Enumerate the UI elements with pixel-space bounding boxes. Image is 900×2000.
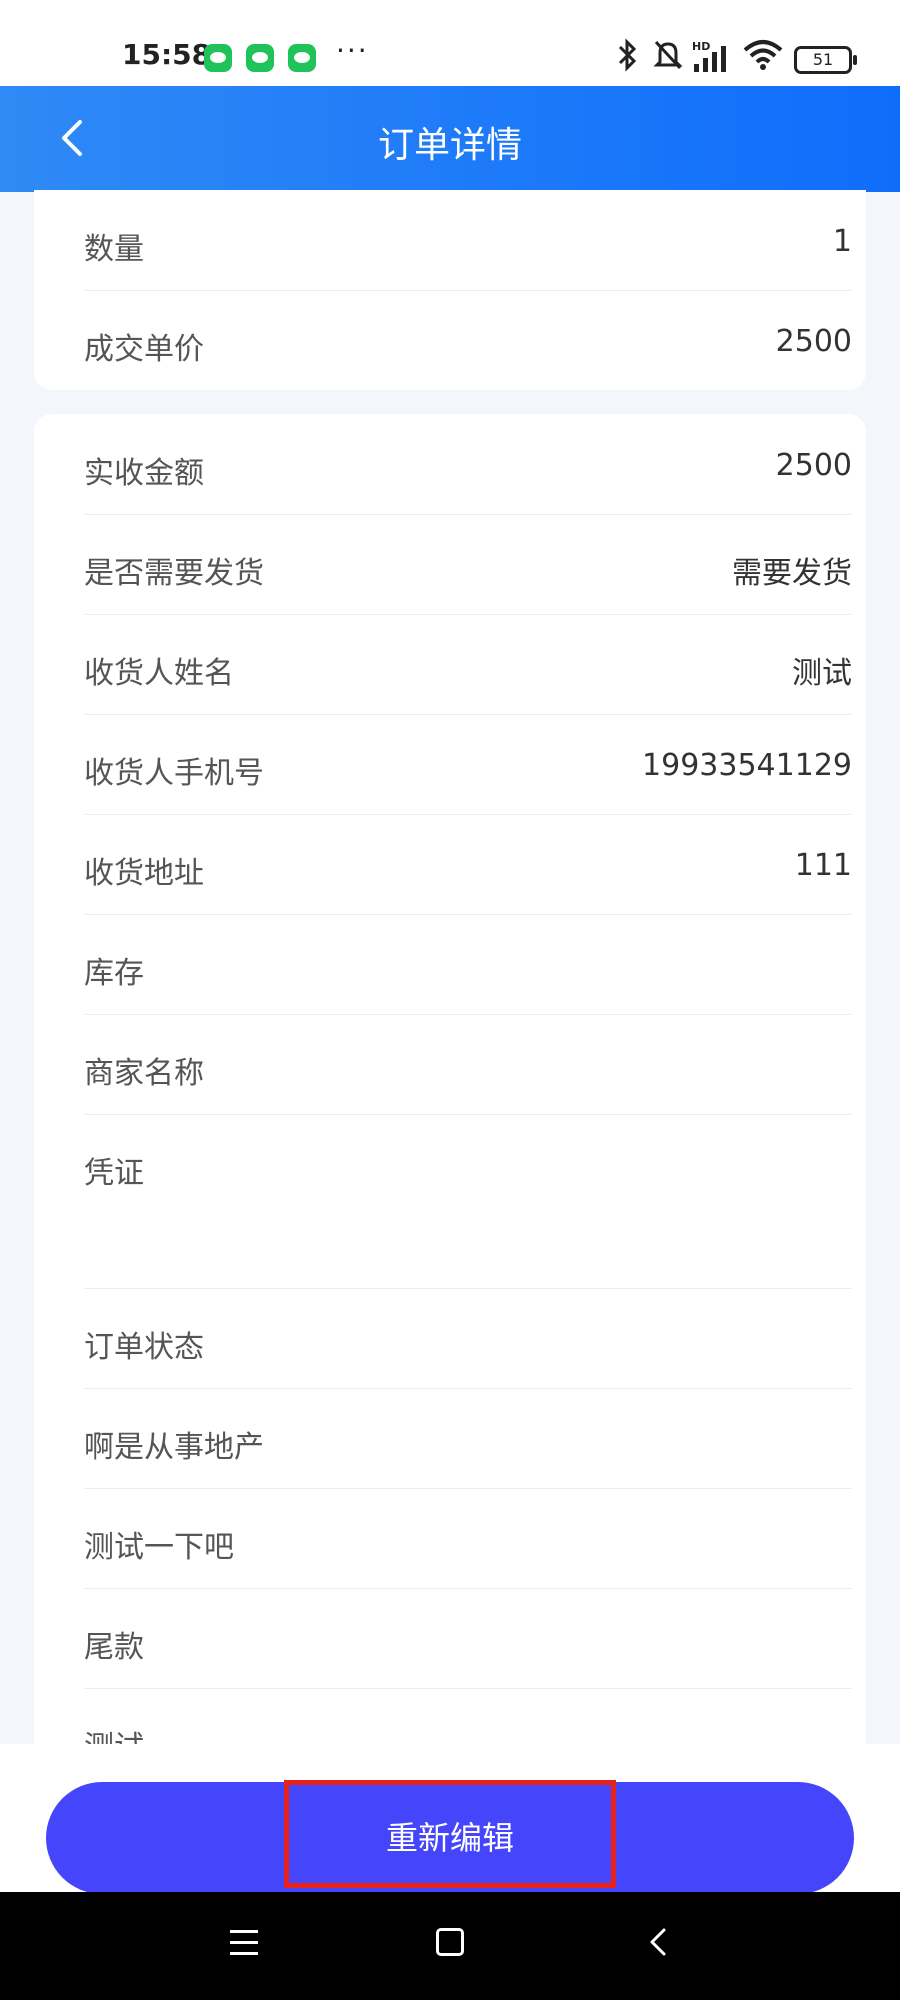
detail-row-need-shipping: 是否需要发货 需要发货 bbox=[84, 514, 852, 615]
row-label: 啊是从事地产 bbox=[84, 1430, 264, 1465]
row-label: 实收金额 bbox=[84, 456, 204, 491]
row-label: 成交单价 bbox=[84, 332, 204, 367]
page-title: 订单详情 bbox=[377, 125, 522, 166]
row-value: 需要发货 bbox=[732, 556, 852, 591]
wechat-icon bbox=[246, 44, 274, 72]
row-label: 尾款 bbox=[84, 1630, 144, 1665]
wechat-icon bbox=[204, 44, 232, 72]
detail-row-stock: 库存 bbox=[84, 914, 852, 1015]
row-label: 是否需要发货 bbox=[84, 556, 264, 591]
home-icon[interactable] bbox=[436, 1928, 464, 1956]
back-icon[interactable] bbox=[644, 1922, 674, 1962]
order-info-card: 数量 1 成交单价 2500 bbox=[34, 190, 866, 390]
row-label: 商家名称 bbox=[84, 1056, 204, 1091]
detail-row-received-amount: 实收金额 2500 bbox=[84, 414, 852, 515]
detail-row-quantity: 数量 1 bbox=[84, 190, 852, 291]
wechat-icon bbox=[288, 44, 316, 72]
row-value: 2500 bbox=[775, 324, 852, 359]
row-value: 19933541129 bbox=[642, 748, 852, 783]
more-notifications-icon: ··· bbox=[336, 34, 369, 67]
wifi-icon bbox=[742, 38, 784, 70]
battery-icon: 51 bbox=[794, 46, 857, 74]
row-label: 测试一下吧 bbox=[84, 1530, 234, 1565]
detail-row-test-field: 测试一下吧 bbox=[84, 1488, 852, 1589]
detail-row-custom-field: 啊是从事地产 bbox=[84, 1388, 852, 1489]
detail-row-balance: 尾款 bbox=[84, 1588, 852, 1689]
row-value: 1 bbox=[832, 224, 852, 259]
row-label: 数量 bbox=[84, 232, 144, 267]
detail-row-unit-price: 成交单价 2500 bbox=[84, 290, 852, 390]
status-bar: 15:58 ··· HD 51 bbox=[0, 0, 900, 86]
detail-row-order-status: 订单状态 bbox=[84, 1288, 852, 1389]
row-value: 111 bbox=[794, 848, 852, 883]
hd-label: HD bbox=[692, 40, 710, 53]
menu-icon[interactable] bbox=[230, 1930, 258, 1956]
detail-row-voucher: 凭证 bbox=[84, 1114, 852, 1289]
cell-signal-icon: HD bbox=[692, 40, 736, 72]
detail-row-merchant-name: 商家名称 bbox=[84, 1014, 852, 1115]
detail-row-receiver-name: 收货人姓名 测试 bbox=[84, 614, 852, 715]
highlight-box bbox=[284, 1780, 616, 1888]
mute-bell-icon bbox=[652, 38, 684, 70]
order-detail-card: 实收金额 2500 是否需要发货 需要发货 收货人姓名 测试 收货人手机号 19… bbox=[34, 414, 866, 1765]
row-label: 订单状态 bbox=[84, 1330, 204, 1365]
page-header: 订单详情 bbox=[0, 86, 900, 192]
row-label: 收货地址 bbox=[84, 856, 204, 891]
status-time: 15:58 bbox=[122, 38, 212, 71]
row-label: 库存 bbox=[84, 956, 144, 991]
row-value: 测试 bbox=[792, 656, 852, 691]
row-label: 凭证 bbox=[84, 1156, 144, 1191]
bluetooth-icon bbox=[616, 38, 640, 72]
row-label: 收货人姓名 bbox=[84, 656, 234, 691]
detail-row-address: 收货地址 111 bbox=[84, 814, 852, 915]
detail-row-receiver-phone: 收货人手机号 19933541129 bbox=[84, 714, 852, 815]
system-nav-bar bbox=[0, 1892, 900, 2000]
row-value: 2500 bbox=[775, 448, 852, 483]
row-label: 收货人手机号 bbox=[84, 756, 264, 791]
